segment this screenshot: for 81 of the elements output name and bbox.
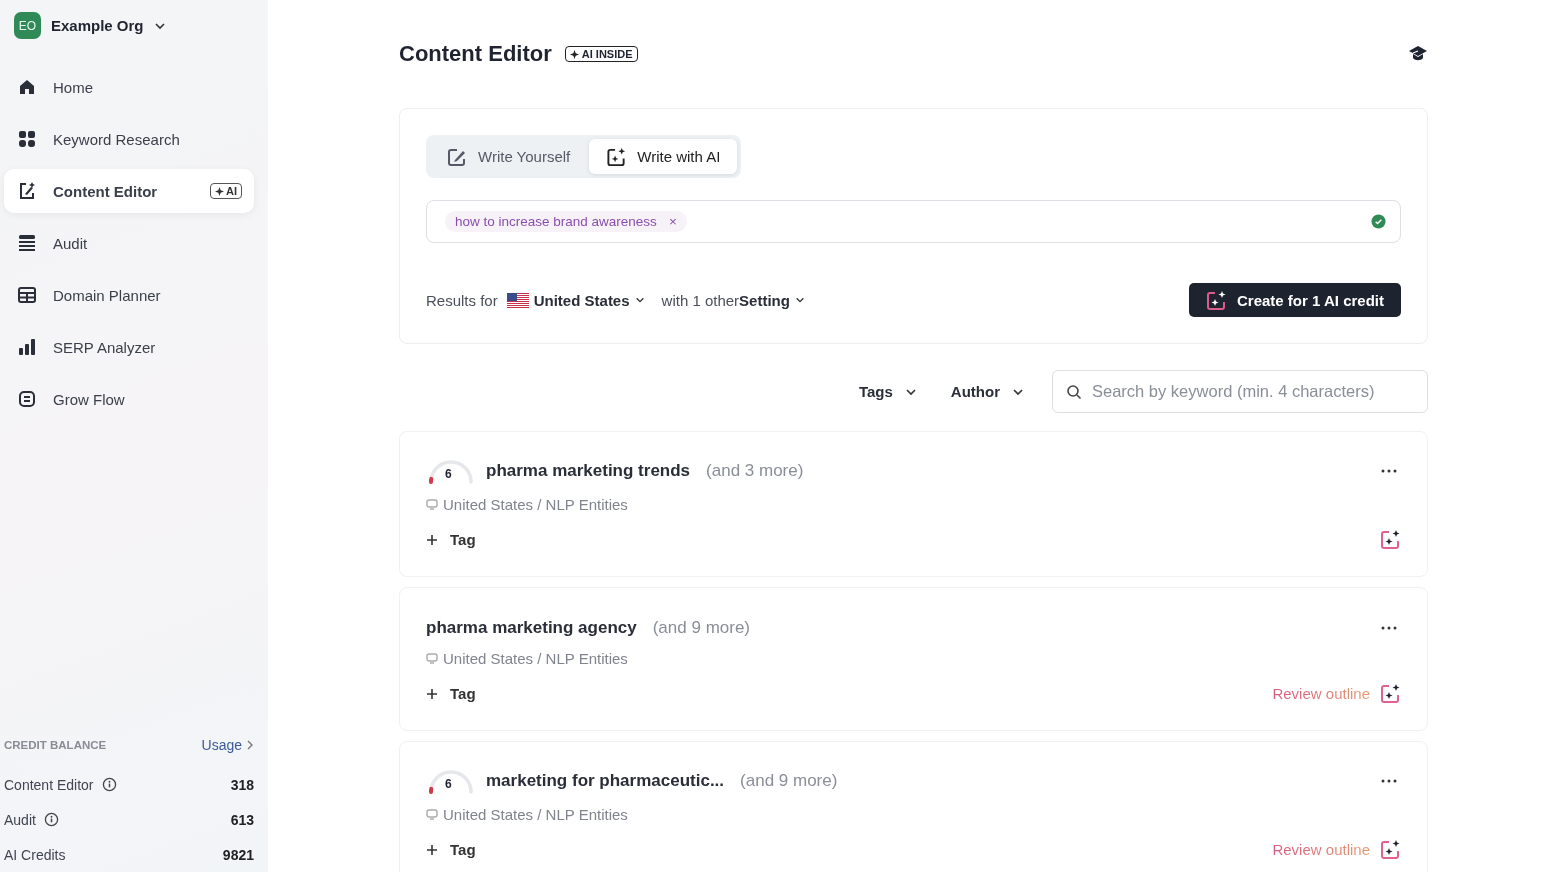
credit-value: 9821 bbox=[222, 846, 254, 863]
page-title: Content Editor bbox=[399, 41, 552, 67]
credit-label: Audit bbox=[4, 811, 36, 828]
search-field[interactable]: Search by keyword (min. 4 characters) bbox=[1052, 370, 1428, 413]
keyword-field[interactable]: how to increase brand awareness × bbox=[426, 200, 1401, 243]
document-card[interactable]: 6 pharma marketing trends (and 3 more) United States / NLP Entities Tag bbox=[399, 431, 1428, 577]
sidebar-item[interactable]: Content Editor AI bbox=[4, 169, 254, 213]
score-value: 6 bbox=[445, 777, 452, 791]
list-icon bbox=[17, 233, 37, 253]
credit-label: Content Editor bbox=[4, 776, 94, 793]
document-title[interactable]: pharma marketing trends bbox=[486, 461, 691, 481]
monitor-icon bbox=[426, 653, 438, 664]
plus-icon bbox=[426, 687, 438, 700]
sidebar-item[interactable]: Audit bbox=[4, 221, 254, 265]
score-value: 6 bbox=[445, 467, 452, 481]
sidebar-item[interactable]: Domain Planner bbox=[4, 273, 254, 317]
score-gauge bbox=[426, 458, 476, 484]
search-icon bbox=[1066, 383, 1082, 400]
keyword-count: (and 9 more) bbox=[652, 618, 751, 638]
document-card[interactable]: 6 marketing for pharmaceutic... (and 9 more) United States / NLP Entities Tag Review outline bbox=[399, 741, 1428, 872]
edit-icon bbox=[17, 181, 37, 201]
results-text: with 1 other bbox=[661, 291, 740, 309]
dots-icon bbox=[1381, 779, 1397, 783]
org-avatar: EO bbox=[14, 12, 41, 39]
org-name[interactable]: Example Org bbox=[51, 17, 144, 34]
sidebar-item[interactable]: Grow Flow bbox=[4, 377, 254, 421]
keyword-count: (and 3 more) bbox=[706, 461, 804, 481]
document-location: United States / NLP Entities bbox=[443, 806, 628, 823]
remove-button[interactable]: × bbox=[668, 214, 677, 229]
bar-chart-icon bbox=[17, 337, 37, 357]
add-tag-button[interactable]: Tag bbox=[426, 531, 476, 548]
dots-icon bbox=[1381, 626, 1397, 630]
document-card[interactable]: pharma marketing agency (and 9 more) United States / NLP Entities Tag Review outline bbox=[399, 587, 1428, 731]
country-dropdown[interactable]: United States bbox=[506, 291, 645, 309]
credit-value: 318 bbox=[230, 776, 254, 793]
chevron-right-icon bbox=[246, 740, 254, 750]
plus-icon bbox=[426, 843, 438, 856]
sidebar-item[interactable]: Keyword Research bbox=[4, 117, 254, 161]
flow-icon bbox=[17, 389, 37, 409]
add-tag-button[interactable]: Tag bbox=[426, 685, 476, 702]
score-gauge bbox=[426, 768, 476, 794]
sparkle-icon bbox=[215, 186, 224, 196]
ai-badge: AI INSIDE bbox=[564, 46, 638, 62]
chevron-down-icon bbox=[794, 295, 805, 305]
chevron-down-icon bbox=[634, 295, 645, 305]
document-location: United States / NLP Entities bbox=[443, 496, 628, 513]
keyword-count: (and 9 more) bbox=[740, 771, 838, 791]
document-title[interactable]: marketing for pharmaceutic... bbox=[486, 771, 725, 791]
create-button[interactable]: Create for 1 AI credit bbox=[1189, 283, 1401, 317]
section-title: CREDIT BALANCE bbox=[4, 739, 107, 751]
ai-sparkle-icon bbox=[1380, 683, 1401, 704]
document-location: United States / NLP Entities bbox=[443, 650, 628, 667]
credit-label: AI Credits bbox=[4, 846, 66, 863]
sidebar-item[interactable]: SERP Analyzer bbox=[4, 325, 254, 369]
grid-icon bbox=[17, 129, 37, 149]
monitor-icon bbox=[426, 809, 438, 820]
results-label: Results for bbox=[426, 291, 498, 309]
mode-tab[interactable]: Write with AI bbox=[589, 139, 738, 174]
credit-value: 613 bbox=[230, 811, 254, 828]
plus-icon bbox=[426, 533, 438, 546]
monitor-icon bbox=[426, 499, 438, 510]
usage-link[interactable]: Usage bbox=[201, 737, 254, 753]
mode-tab[interactable]: Write Yourself bbox=[430, 139, 588, 174]
setting-dropdown[interactable]: Setting bbox=[739, 291, 805, 309]
edit-icon bbox=[447, 146, 468, 167]
ai-sparkle-icon bbox=[1206, 289, 1227, 311]
document-title[interactable]: pharma marketing agency bbox=[426, 618, 637, 638]
dots-icon bbox=[1381, 469, 1397, 473]
keyword-text: how to increase brand awareness bbox=[455, 214, 657, 229]
sidebar-item[interactable]: Home bbox=[4, 65, 254, 109]
add-tag-button[interactable]: Tag bbox=[426, 841, 476, 858]
ai-sparkle-icon bbox=[1380, 839, 1401, 860]
ai-badge: AI bbox=[210, 183, 242, 199]
flag-icon bbox=[506, 292, 529, 308]
home-icon bbox=[17, 77, 37, 97]
filter-dropdown[interactable]: Author bbox=[944, 382, 1030, 401]
table-icon bbox=[17, 285, 37, 305]
filter-dropdown[interactable]: Tags bbox=[852, 382, 923, 401]
ai-sparkle-icon bbox=[606, 146, 628, 167]
ai-sparkle-icon bbox=[1380, 529, 1401, 550]
sparkle-icon bbox=[569, 49, 579, 59]
